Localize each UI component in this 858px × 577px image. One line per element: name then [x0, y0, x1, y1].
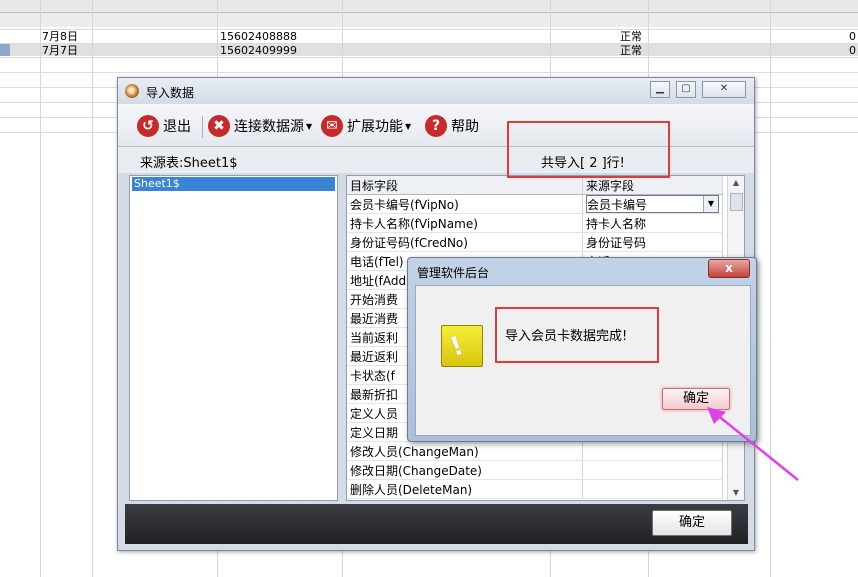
chevron-down-icon: ▼: [405, 121, 412, 131]
dialog-titlebar[interactable]: 导入数据 ▁ ▢ ✕: [118, 78, 754, 104]
table-row[interactable]: 持卡人名称(fVipName) 持卡人名称: [347, 213, 723, 233]
extend-label: 扩展功能: [347, 119, 403, 135]
table-row[interactable]: 修改人员(ChangeMan): [347, 441, 723, 461]
annotation-arrow-icon: [707, 407, 799, 481]
chevron-down-icon: ▼: [306, 121, 313, 131]
target-field: 修改人员(ChangeMan): [347, 441, 583, 461]
cell-date[interactable]: 7月7日: [42, 44, 78, 57]
table-row[interactable]: 身份证号码(fCredNo) 身份证号码: [347, 232, 723, 252]
sheet-list-item[interactable]: Sheet1$: [132, 177, 335, 191]
help-button[interactable]: ? 帮助: [425, 114, 479, 138]
cell-phone[interactable]: 15602408888: [220, 30, 297, 43]
row-selection-marker: [0, 44, 10, 56]
extend-features-button[interactable]: ✉ 扩展功能 ▼: [321, 114, 411, 138]
target-field: 会员卡编号(fVipNo): [347, 194, 583, 214]
cell-balance[interactable]: 0: [849, 30, 856, 43]
source-field[interactable]: 持卡人名称: [582, 213, 723, 233]
exit-button[interactable]: ↺ 退出: [137, 114, 191, 138]
cell-status[interactable]: 正常: [620, 30, 642, 43]
dialog-title: 导入数据: [146, 86, 195, 100]
target-field: 持卡人名称(fVipName): [347, 213, 583, 233]
help-icon: ?: [425, 115, 447, 137]
target-field: 身份证号码(fCredNo): [347, 232, 583, 252]
minimize-button[interactable]: ▁: [650, 81, 670, 98]
maximize-button[interactable]: ▢: [676, 81, 696, 98]
source-field-dropdown[interactable]: 会员卡编号 ▼: [586, 195, 719, 213]
target-field: 删除人员(DeleteMan): [347, 479, 583, 499]
cell-date[interactable]: 7月8日: [42, 30, 78, 43]
spreadsheet-selected-row: [0, 43, 858, 56]
connect-label: 连接数据源: [234, 119, 304, 135]
message-box-title: 管理软件后台: [417, 266, 490, 280]
column-header-source: 来源字段: [582, 176, 723, 195]
help-label: 帮助: [451, 119, 479, 135]
mail-icon: ✉: [321, 115, 343, 137]
highlight-box-message: [495, 307, 659, 363]
spreadsheet-header-row: [0, 0, 858, 13]
column-header-target: 目标字段: [347, 176, 583, 195]
close-button[interactable]: ✕: [702, 81, 746, 98]
source-field[interactable]: 身份证号码: [582, 232, 723, 252]
table-row[interactable]: 修改日期(ChangeDate): [347, 460, 723, 480]
scroll-up-icon[interactable]: ▲: [728, 176, 744, 190]
sheet-list[interactable]: Sheet1$: [129, 175, 338, 501]
exit-icon: ↺: [137, 115, 159, 137]
spreadsheet-blank-row: [0, 13, 858, 27]
cell-status[interactable]: 正常: [620, 44, 642, 57]
highlight-box-import-count: [507, 121, 670, 178]
target-field: 修改日期(ChangeDate): [347, 460, 583, 480]
source-field: 会员卡编号: [587, 198, 648, 212]
wrench-icon: ✖: [208, 115, 230, 137]
source-table-label: 来源表:Sheet1$: [140, 156, 238, 171]
scroll-thumb[interactable]: [730, 193, 743, 211]
table-row[interactable]: 删除人员(DeleteMan): [347, 479, 723, 499]
warning-icon: !: [441, 325, 483, 367]
cell-phone[interactable]: 15602409999: [220, 44, 297, 57]
exit-label: 退出: [163, 119, 191, 135]
chevron-down-icon[interactable]: ▼: [703, 196, 718, 212]
cell-balance[interactable]: 0: [849, 44, 856, 57]
ok-button[interactable]: 确定: [652, 510, 732, 536]
close-icon[interactable]: x: [708, 259, 750, 278]
app-icon: [125, 84, 139, 98]
table-row[interactable]: 会员卡编号(fVipNo) 会员卡编号 ▼: [347, 194, 723, 214]
connect-datasource-button[interactable]: ✖ 连接数据源 ▼: [208, 114, 312, 138]
